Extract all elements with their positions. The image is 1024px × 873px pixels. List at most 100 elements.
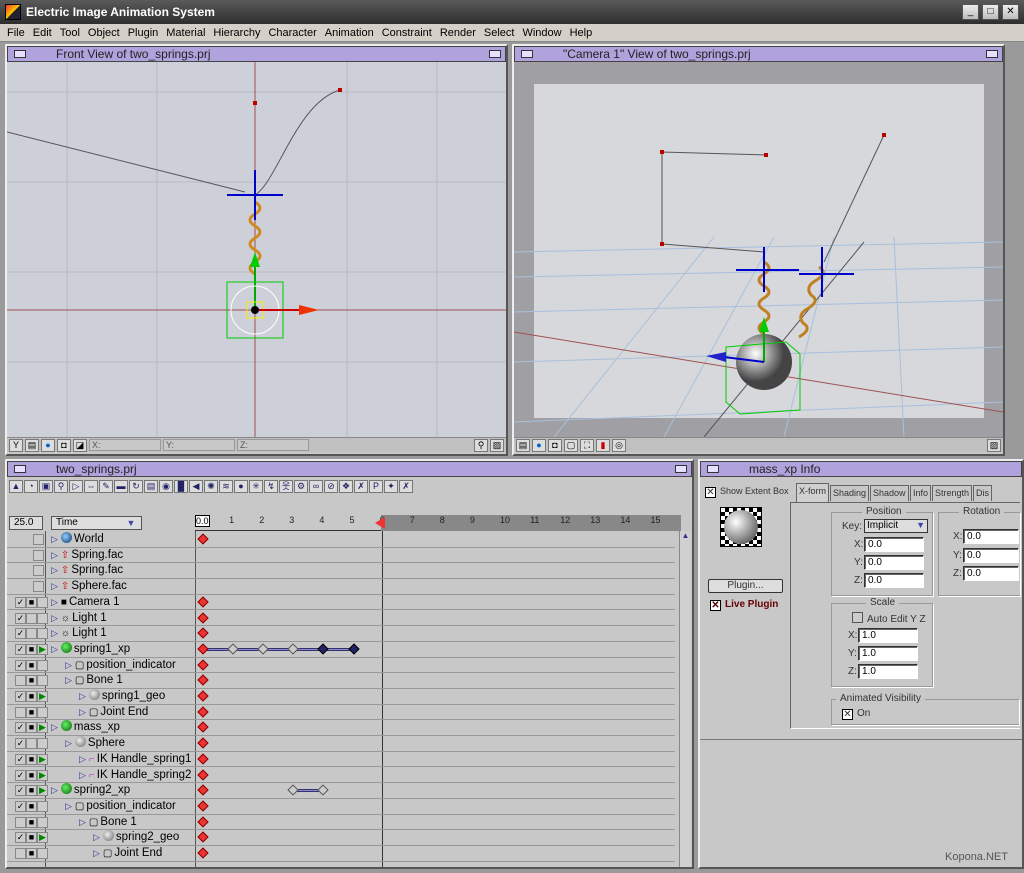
- expand-triangle-icon[interactable]: ▷: [79, 707, 86, 717]
- lock-toggle[interactable]: ■: [26, 659, 37, 671]
- visible-toggle[interactable]: ✓: [15, 738, 26, 750]
- position-y-field[interactable]: 0.0: [864, 555, 924, 570]
- table-row[interactable]: ✓ ■ ▶ ▷ spring2_xp: [7, 783, 675, 799]
- table-row[interactable]: ✓ ■ ▶ ▷ mass_xp: [7, 720, 675, 737]
- table-row[interactable]: ✓ ■ ▶ ▷ ⌐ IK Handle_spring2: [7, 768, 675, 784]
- minimize-button[interactable]: _: [962, 4, 979, 20]
- axis-icon[interactable]: Y: [9, 438, 23, 452]
- menu-constraint[interactable]: Constraint: [378, 25, 436, 41]
- lock-toggle[interactable]: ■: [26, 816, 37, 828]
- fps-field[interactable]: 25.0: [9, 516, 43, 530]
- menu-window[interactable]: Window: [518, 25, 565, 41]
- control-point[interactable]: [660, 242, 664, 246]
- lock-icon[interactable]: ▣: [39, 480, 53, 493]
- plugin-toggle[interactable]: [37, 816, 48, 828]
- lock-toggle[interactable]: ■: [26, 706, 37, 718]
- zoom-window-icon[interactable]: [986, 50, 998, 58]
- show-extent-box-checkbox[interactable]: ✕ Show Extent Box: [705, 486, 789, 498]
- keyframe[interactable]: [197, 533, 209, 545]
- plugin-toggle[interactable]: [37, 706, 48, 718]
- camera-icon[interactable]: ◘: [57, 438, 71, 452]
- plugin-toggle[interactable]: ▶: [37, 722, 48, 734]
- effect-off-icon[interactable]: ✗: [354, 480, 368, 493]
- keyframe[interactable]: [197, 784, 209, 796]
- control-point[interactable]: [882, 133, 886, 137]
- keyframe[interactable]: [197, 800, 209, 812]
- plugin-toggle[interactable]: [37, 848, 48, 859]
- window-menu-icon[interactable]: [707, 465, 719, 473]
- expand-triangle-icon[interactable]: ▷: [79, 691, 86, 701]
- menu-object[interactable]: Object: [84, 25, 124, 41]
- plugin-toggle[interactable]: ▶: [37, 785, 48, 797]
- lock-toggle[interactable]: ■: [26, 785, 37, 797]
- lock-toggle[interactable]: [26, 628, 37, 640]
- expand-triangle-icon[interactable]: ▷: [51, 722, 58, 732]
- expand-triangle-icon[interactable]: ▷: [51, 785, 58, 795]
- keyframe[interactable]: [197, 643, 209, 655]
- expand-triangle-icon[interactable]: ▷: [51, 565, 58, 575]
- lock-toggle[interactable]: ■: [26, 800, 37, 812]
- magnifier-icon[interactable]: ⚲: [474, 438, 488, 452]
- close-button[interactable]: ✕: [1002, 4, 1019, 20]
- visible-toggle[interactable]: ✓: [15, 800, 26, 812]
- lock-toggle[interactable]: ■: [26, 848, 37, 859]
- table-row[interactable]: ✓ ▷ ☼ Light 1: [7, 611, 675, 627]
- keyframe[interactable]: [197, 611, 209, 624]
- toggle-box[interactable]: [33, 534, 44, 545]
- expand-triangle-icon[interactable]: ▷: [65, 660, 72, 670]
- table-row[interactable]: ▷ World: [7, 532, 675, 548]
- search-icon[interactable]: ⚲: [54, 480, 68, 493]
- control-point[interactable]: [338, 88, 342, 92]
- sound-icon[interactable]: ◀: [189, 480, 203, 493]
- lock-toggle[interactable]: ■: [26, 643, 37, 655]
- info-title-bar[interactable]: mass_xp Info: [700, 461, 1022, 477]
- expand-triangle-icon[interactable]: ▷: [51, 644, 58, 654]
- keyframe[interactable]: [257, 643, 269, 655]
- visible-toggle[interactable]: ✓: [15, 722, 26, 734]
- paint-icon[interactable]: ✎: [99, 480, 113, 493]
- table-row[interactable]: ✓ ■ ▶ ▷ spring1_xp: [7, 641, 675, 658]
- keyframe[interactable]: [197, 768, 209, 781]
- visible-toggle[interactable]: ✓: [15, 612, 26, 624]
- keyframe[interactable]: [197, 596, 209, 608]
- table-row[interactable]: ✓ ▷ Sphere: [7, 736, 675, 752]
- menu-select[interactable]: Select: [480, 25, 519, 41]
- table-row[interactable]: ■ ▷ ▢ Bone 1: [7, 815, 675, 831]
- maximize-button[interactable]: □: [982, 4, 999, 20]
- view-icon[interactable]: ◪: [73, 438, 87, 452]
- menu-character[interactable]: Character: [264, 25, 320, 41]
- black-icon[interactable]: █: [174, 480, 188, 493]
- expand-triangle-icon[interactable]: ▷: [65, 738, 72, 748]
- table-row[interactable]: ✓ ▷ ☼ Light 1: [7, 626, 675, 642]
- lock-toggle[interactable]: [26, 612, 37, 624]
- keyframe[interactable]: [227, 643, 239, 655]
- expand-triangle-icon[interactable]: ▷: [79, 817, 86, 827]
- lock-toggle[interactable]: ■: [26, 596, 37, 608]
- keyframe[interactable]: [197, 658, 209, 671]
- plugin-toggle[interactable]: [37, 659, 48, 671]
- paint-drop-icon[interactable]: ●: [234, 480, 248, 493]
- visible-toggle[interactable]: [15, 816, 26, 828]
- plugin-button[interactable]: Plugin...: [708, 579, 783, 593]
- position-z-field[interactable]: 0.0: [864, 573, 924, 588]
- front-view-title-bar[interactable]: Front View of two_springs.prj: [7, 46, 506, 62]
- lock-toggle[interactable]: [26, 738, 37, 750]
- table-row[interactable]: ✓ ■ ▷ ▢ position_indicator: [7, 799, 675, 815]
- x-arrow-head[interactable]: [299, 305, 319, 315]
- visible-toggle[interactable]: ✓: [15, 753, 26, 765]
- link-icon[interactable]: ∞: [309, 480, 323, 493]
- unlink-icon[interactable]: ⊘: [324, 480, 338, 493]
- fit-icon[interactable]: ⇔: [84, 480, 98, 493]
- resize-grip-icon[interactable]: ▨: [987, 438, 1001, 452]
- control-point[interactable]: [764, 153, 768, 157]
- live-plugin-checkbox[interactable]: ✕ Live Plugin: [710, 599, 778, 611]
- menu-file[interactable]: File: [3, 25, 29, 41]
- clock-icon[interactable]: ◔: [24, 480, 38, 493]
- plugin-toggle[interactable]: [37, 596, 48, 608]
- tab-shading[interactable]: Shading: [830, 485, 870, 501]
- gear-icon[interactable]: ⚙: [294, 480, 308, 493]
- film-icon[interactable]: ▤: [516, 438, 530, 452]
- table-row[interactable]: ✓ ■ ▶ ▷ spring1_geo: [7, 689, 675, 705]
- toggle-box[interactable]: [33, 549, 44, 561]
- table-row[interactable]: ■ ▷ ▢ Bone 1: [7, 673, 675, 689]
